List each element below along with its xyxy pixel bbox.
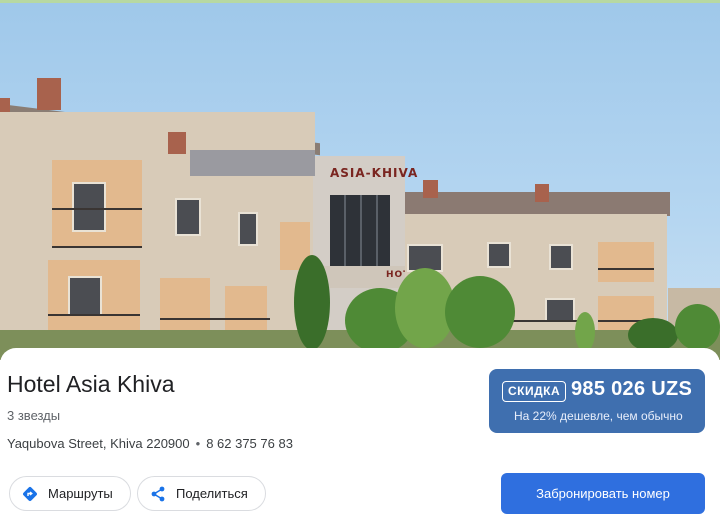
- balcony-rail: [48, 314, 140, 316]
- window: [549, 244, 573, 270]
- window: [238, 212, 258, 246]
- hotel-sign: ASIA-KHIVA: [330, 166, 419, 180]
- chimney: [37, 78, 61, 110]
- balcony-rail: [598, 268, 654, 270]
- routes-button[interactable]: Маршруты: [9, 476, 131, 511]
- tree: [445, 276, 515, 348]
- hotel-star-rating: 3 звезды: [7, 408, 61, 423]
- hotel-name: Hotel Asia Khiva: [7, 371, 175, 397]
- tree: [675, 304, 720, 350]
- window: [72, 182, 106, 232]
- window: [68, 276, 102, 316]
- chimney: [423, 180, 438, 198]
- deal-price-box[interactable]: СКИДКА 985 026 UZS На 22% дешевле, чем о…: [489, 369, 705, 433]
- window: [175, 198, 201, 236]
- share-button[interactable]: Поделиться: [137, 476, 266, 511]
- photo-top-strip: [0, 0, 720, 3]
- tree: [628, 318, 678, 352]
- directions-icon: [20, 484, 40, 504]
- window: [487, 242, 511, 268]
- share-label: Поделиться: [176, 486, 248, 501]
- discount-badge: СКИДКА: [502, 381, 567, 402]
- balcony-rail: [52, 246, 142, 248]
- chimney: [535, 184, 549, 202]
- balcony-rail: [160, 318, 270, 320]
- hotel-phone[interactable]: 8 62 375 76 83: [206, 436, 293, 451]
- tree: [294, 255, 330, 350]
- tree: [575, 312, 595, 352]
- routes-label: Маршруты: [48, 486, 113, 501]
- book-room-button[interactable]: Забронировать номер: [501, 473, 705, 514]
- deal-savings-note: На 22% дешевле, чем обычно: [514, 409, 683, 423]
- hotel-address[interactable]: Yaqubova Street, Khiva 220900: [7, 436, 190, 451]
- hotel-photo[interactable]: ASIA-KHIVA HOTEL: [0, 0, 720, 360]
- connector-roof: [190, 150, 315, 176]
- deal-price: 985 026 UZS: [571, 378, 693, 400]
- chimney: [168, 132, 186, 154]
- balcony: [598, 242, 654, 282]
- window: [545, 298, 575, 322]
- hotel-contact-line: Yaqubova Street, Khiva 220900 • 8 62 375 7…: [7, 436, 293, 451]
- chimney: [0, 98, 10, 112]
- tower-glass-facade: [330, 195, 390, 267]
- share-icon: [148, 484, 168, 504]
- separator-dot: •: [195, 436, 201, 451]
- balcony-rail: [52, 208, 142, 210]
